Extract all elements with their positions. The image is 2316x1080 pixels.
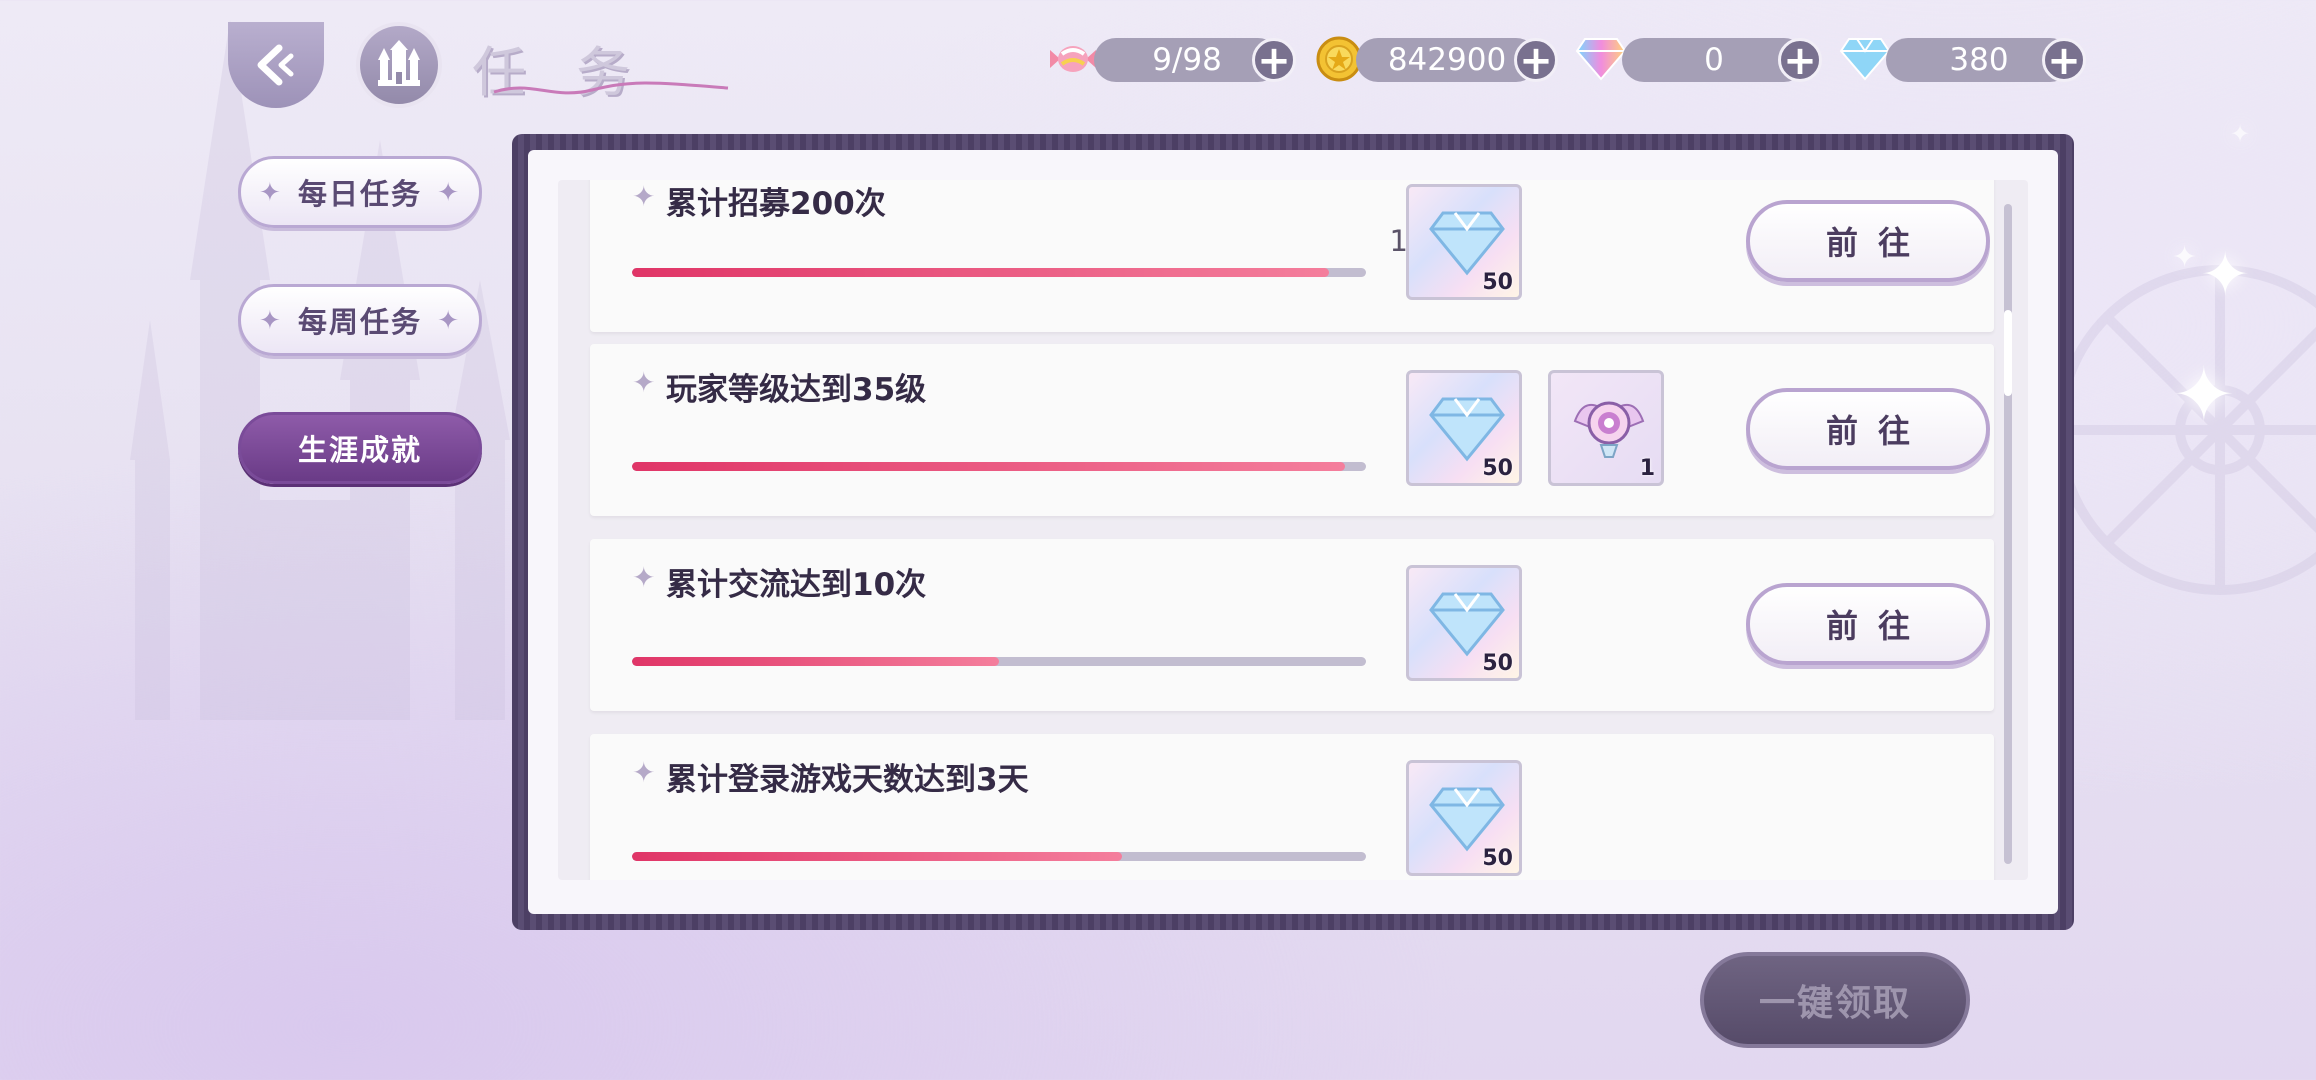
diamond-icon — [1429, 397, 1505, 462]
star-icon: ✦ — [632, 561, 656, 594]
rainbow-diamond-icon — [1574, 32, 1628, 86]
gold-value: 842900 — [1387, 42, 1507, 78]
diamond-icon — [1429, 592, 1505, 657]
tab-career-achievements[interactable]: 生涯成就 — [238, 412, 482, 484]
task-row: ✦ 玩家等级达到35级 34/35 50 1 前往 — [590, 344, 1994, 516]
reward-count: 50 — [1482, 651, 1513, 676]
reward-count: 50 — [1482, 270, 1513, 295]
add-rainbow-diamond-button[interactable]: + — [1778, 38, 1822, 82]
go-button[interactable]: 前往 — [1746, 388, 1990, 470]
task-progress-fill — [632, 657, 999, 666]
reward-item[interactable]: 1 — [1548, 370, 1664, 486]
reward-count: 50 — [1482, 456, 1513, 481]
task-progress-fill — [632, 462, 1345, 471]
blue-diamond-icon — [1838, 32, 1892, 86]
star-icon: ✦ — [632, 366, 656, 399]
task-progress-bar — [632, 462, 1366, 471]
star-icon: ✦ — [259, 178, 283, 208]
sparkle-decoration: ✦ — [2230, 120, 2251, 148]
task-progress-fill — [632, 852, 1122, 861]
add-blue-diamond-button[interactable]: + — [2042, 38, 2086, 82]
reward-item[interactable]: 50 — [1406, 184, 1522, 300]
add-gold-button[interactable]: + — [1514, 38, 1558, 82]
go-button[interactable]: 前往 — [1746, 200, 1990, 282]
task-name: 累计交流达到10次 — [666, 567, 927, 603]
candy-icon — [1046, 32, 1100, 86]
home-button[interactable] — [356, 22, 442, 108]
task-row: ✦ 累计登录游戏天数达到3天 2/3 50 — [590, 734, 1994, 880]
diamond-icon — [1429, 787, 1505, 852]
gold-counter: 842900 — [1356, 38, 1538, 82]
task-row: ✦ 累计招募200次 190/200 50 前往 — [590, 180, 1994, 332]
castle-icon — [378, 40, 420, 86]
star-icon: ✦ — [259, 306, 283, 336]
task-row: ✦ 累计交流达到10次 5/10 50 前往 — [590, 539, 1994, 711]
star-icon: ✦ — [437, 178, 461, 208]
tab-label: 生涯成就 — [297, 433, 422, 467]
task-name: 累计招募200次 — [666, 186, 886, 222]
back-arrow-icon — [257, 44, 294, 86]
rainbow-diamond-value: 0 — [1704, 42, 1724, 78]
task-progress-fill — [632, 268, 1330, 277]
reward-item[interactable]: 50 — [1406, 370, 1522, 486]
winged-mirror-icon — [1573, 401, 1645, 458]
sparkle-decoration: ✦ — [2172, 350, 2236, 439]
task-progress-bar — [632, 268, 1366, 277]
castle-background-decoration — [130, 20, 510, 720]
task-list[interactable]: ✦ 累计招募200次 190/200 50 前往 ✦ 玩家等级达到35级 34/… — [558, 180, 2028, 880]
star-icon: ✦ — [437, 306, 461, 336]
reward-item[interactable]: 50 — [1406, 760, 1522, 876]
reward-item[interactable]: 50 — [1406, 565, 1522, 681]
add-candy-button[interactable]: + — [1252, 38, 1296, 82]
task-name: 累计登录游戏天数达到3天 — [666, 762, 1029, 798]
task-name: 玩家等级达到35级 — [666, 372, 927, 408]
task-progress-bar — [632, 657, 1366, 666]
claim-all-button[interactable]: 一键领取 — [1700, 952, 1970, 1048]
star-icon: ✦ — [632, 180, 656, 213]
title-flourish-decoration — [493, 81, 729, 95]
tab-daily-tasks[interactable]: ✦ 每日任务 ✦ — [238, 156, 482, 228]
sparkle-decoration: ✦ — [2200, 240, 2251, 310]
reward-count: 1 — [1639, 456, 1655, 481]
sparkle-decoration: ✦ — [2172, 240, 2198, 275]
tab-weekly-tasks[interactable]: ✦ 每周任务 ✦ — [238, 284, 482, 356]
blue-diamond-value: 380 — [1949, 42, 2009, 78]
scrollbar-track[interactable] — [2004, 204, 2012, 864]
candy-value: 9/98 — [1152, 42, 1222, 78]
star-icon: ✦ — [632, 756, 656, 789]
task-progress-bar — [632, 852, 1366, 861]
scrollbar-thumb[interactable] — [2004, 310, 2012, 396]
go-button[interactable]: 前往 — [1746, 583, 1990, 665]
reward-count: 50 — [1482, 846, 1513, 871]
tab-label: 每周任务 — [297, 305, 422, 339]
tab-label: 每日任务 — [297, 177, 422, 211]
diamond-icon — [1429, 211, 1505, 276]
